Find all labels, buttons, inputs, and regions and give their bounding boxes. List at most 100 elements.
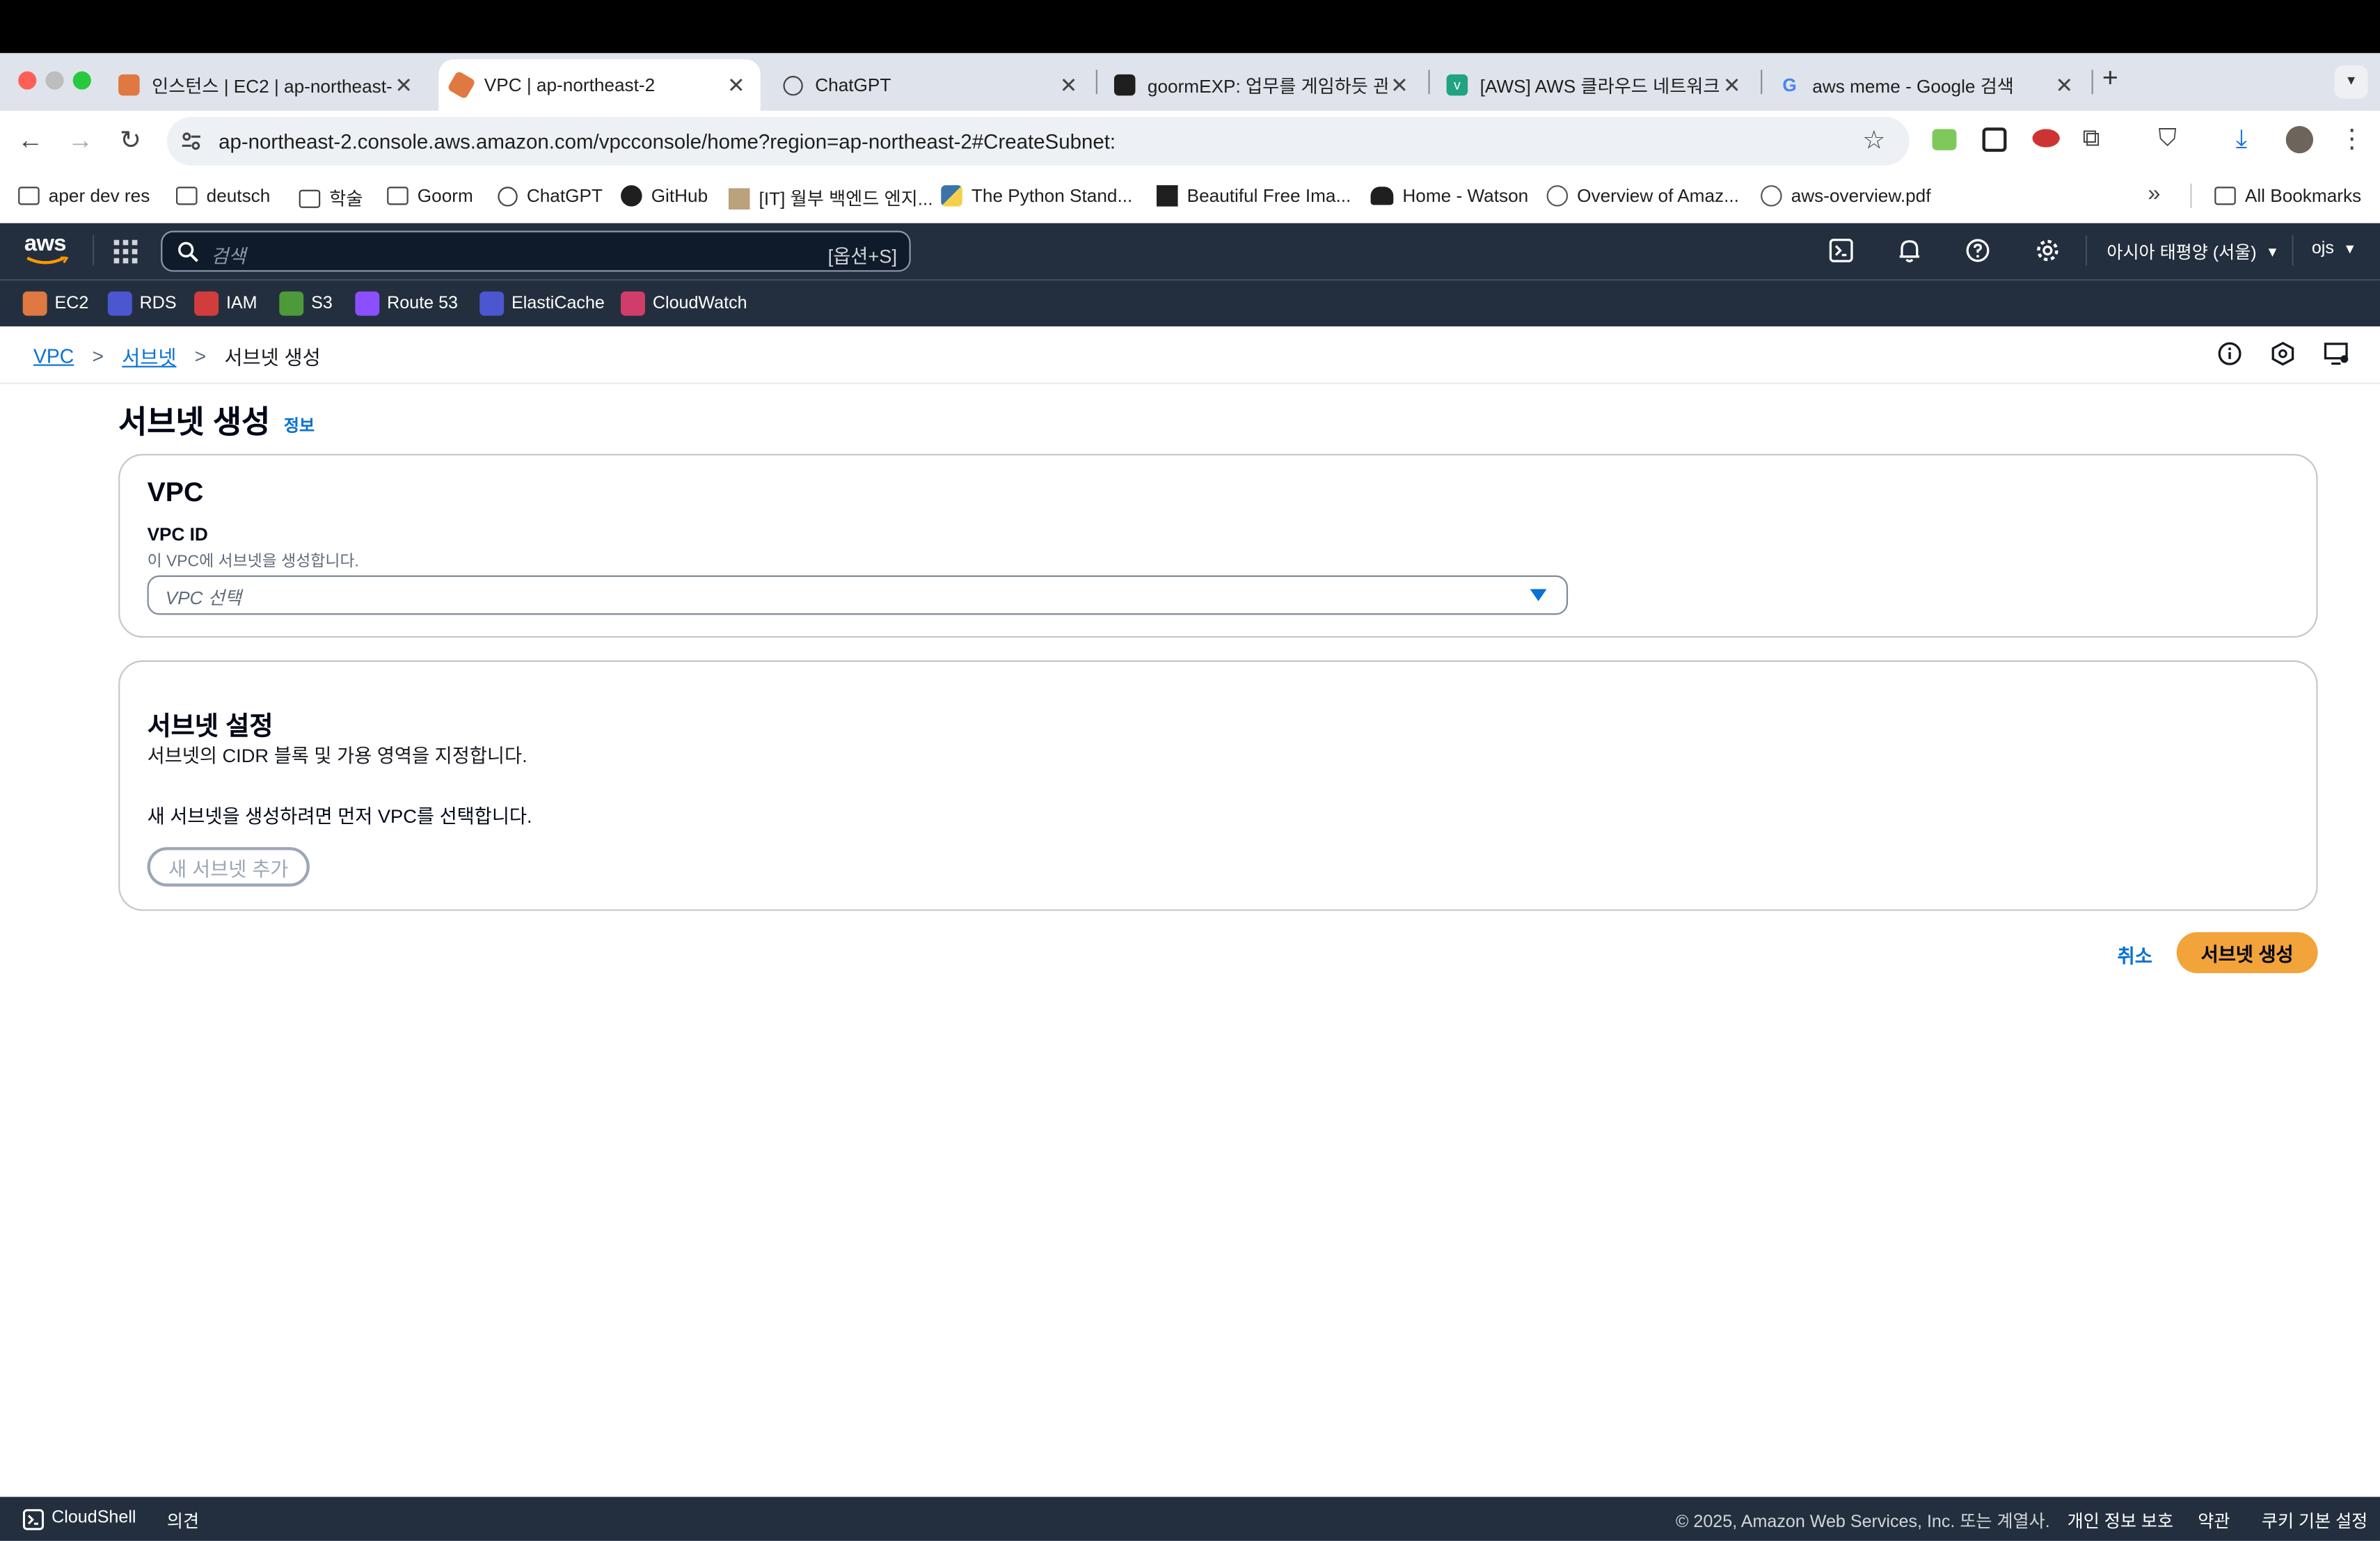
bookmark-item[interactable]: Overview of Amaz...	[1546, 185, 1739, 207]
aws-logo[interactable]: aws	[24, 232, 70, 269]
site-settings-icon[interactable]	[179, 129, 203, 153]
back-arrow-icon[interactable]: ←	[15, 126, 46, 157]
subnet-settings-description: 서브넷의 CIDR 블록 및 가용 영역을 지정합니다.	[147, 745, 527, 767]
forward-arrow-icon[interactable]: →	[65, 126, 96, 157]
page-icon	[728, 187, 750, 209]
chatgpt-favicon-icon	[783, 74, 803, 95]
extension-icon[interactable]	[1982, 127, 2007, 152]
favorite-rds[interactable]: RDS	[107, 291, 177, 316]
bookmark-item[interactable]: [IT] 월부 백엔드 엔지...	[728, 185, 933, 211]
settings-gear-icon[interactable]	[2036, 238, 2060, 262]
elasticache-icon	[479, 291, 505, 316]
favorite-route53[interactable]: Route 53	[355, 291, 458, 316]
favorite-cloudwatch[interactable]: CloudWatch	[621, 291, 747, 316]
browser-tab-vpc[interactable]: VPC | ap-northeast-2 ✕	[438, 59, 761, 111]
bookmark-item[interactable]: Home - Watson	[1370, 185, 1528, 207]
bookmark-item[interactable]: aper dev res	[18, 185, 150, 207]
favorite-iam[interactable]: IAM	[194, 291, 257, 316]
vpc-panel: VPC VPC ID 이 VPC에 서브넷을 생성합니다. VPC 선택	[118, 454, 2318, 638]
nav-divider	[2085, 235, 2088, 266]
favorite-ec2[interactable]: EC2	[22, 291, 88, 316]
cookie-preferences-link[interactable]: 쿠키 기본 설정	[2262, 1509, 2367, 1533]
tab-search-icon[interactable]: ▾	[2334, 65, 2368, 99]
info-link[interactable]: 정보	[284, 413, 315, 437]
breadcrumb-vpc[interactable]: VPC	[33, 345, 74, 368]
bookmark-item[interactable]: Goorm	[387, 185, 473, 207]
vpc-id-description: 이 VPC에 서브넷을 생성합니다.	[147, 552, 359, 571]
extension-icon[interactable]	[2032, 129, 2060, 148]
reload-icon[interactable]: ↻	[116, 126, 146, 157]
browser-tab-aws-network[interactable]: v [AWS] AWS 클라우드 네트워크 기 ✕	[1434, 59, 1756, 111]
python-icon	[941, 185, 962, 207]
cloudshell-link[interactable]: CloudShell	[51, 1509, 136, 1527]
notification-bell-icon[interactable]	[1897, 238, 1921, 262]
close-tab-icon[interactable]: ✕	[1056, 72, 1081, 98]
bookmark-item[interactable]: GitHub	[621, 185, 708, 207]
copyright-text: © 2025, Amazon Web Services, Inc. 또는 계열사…	[1675, 1513, 2050, 1532]
close-tab-icon[interactable]: ✕	[724, 72, 748, 98]
aws-search-box[interactable]: 검색 [옵션+S]	[161, 230, 911, 272]
cloudshell-icon[interactable]	[22, 1509, 45, 1531]
vpc-panel-heading: VPC	[147, 476, 204, 507]
browser-tab-google[interactable]: G aws meme - Google 검색 ✕	[1767, 59, 2088, 111]
route53-icon	[355, 291, 380, 316]
folder-icon	[2214, 187, 2236, 205]
bookmark-star-icon[interactable]: ☆	[1862, 126, 1885, 157]
bookmarks-divider	[2190, 183, 2192, 208]
address-bar[interactable]: ap-northeast-2.console.aws.amazon.com/vp…	[166, 116, 1910, 166]
cloudshell-icon[interactable]	[1829, 238, 1853, 262]
chevron-right-icon: >	[92, 345, 104, 368]
breadcrumb-current: 서브넷 생성	[224, 346, 321, 370]
vpc-id-label: VPC ID	[147, 523, 208, 546]
more-bookmarks-button[interactable]: »	[2148, 181, 2160, 207]
add-subnet-button[interactable]: 새 서브넷 추가	[147, 847, 310, 887]
region-selector[interactable]: 아시아 태평양 (서울) ▼	[2107, 240, 2279, 264]
download-icon[interactable]: ⤓	[2236, 125, 2247, 155]
feedback-link[interactable]: 의견	[167, 1509, 199, 1533]
all-bookmarks-button[interactable]: All Bookmarks	[2214, 185, 2361, 207]
vpc-favicon-icon	[447, 70, 476, 100]
info-circle-icon[interactable]	[2218, 342, 2242, 366]
bookmark-item[interactable]: 학술	[299, 185, 363, 211]
help-icon[interactable]	[1966, 238, 1990, 262]
create-subnet-button[interactable]: 서브넷 생성	[2176, 932, 2318, 974]
favorite-elasticache[interactable]: ElastiCache	[479, 291, 605, 316]
bookmark-item[interactable]: ChatGPT	[498, 185, 603, 207]
privacy-link[interactable]: 개인 정보 보호	[2068, 1509, 2173, 1533]
rds-icon	[107, 291, 132, 316]
bookmark-item[interactable]: aws-overview.pdf	[1761, 185, 1930, 207]
zoom-window-button[interactable]	[72, 71, 91, 90]
bookmark-item[interactable]: The Python Stand...	[941, 185, 1132, 207]
minimize-window-button[interactable]	[45, 71, 64, 90]
browser-tab-ec2[interactable]: 인스턴스 | EC2 | ap-northeast-2 ✕	[106, 59, 428, 111]
close-tab-icon[interactable]: ✕	[1720, 72, 1744, 98]
incognito-icon[interactable]: ⛉	[2159, 126, 2177, 153]
favorite-s3[interactable]: S3	[279, 291, 333, 316]
bookmark-item[interactable]: Beautiful Free Ima...	[1157, 185, 1351, 207]
caret-down-icon	[1530, 589, 1547, 601]
close-tab-icon[interactable]: ✕	[392, 72, 416, 98]
breadcrumb-subnets[interactable]: 서브넷	[122, 342, 176, 370]
security-shield-icon[interactable]	[2271, 342, 2295, 366]
extensions-puzzle-icon[interactable]: ⧉	[2082, 126, 2100, 153]
services-grid-icon[interactable]	[113, 239, 138, 264]
profile-avatar[interactable]	[2285, 126, 2314, 154]
velog-favicon-icon: v	[1446, 74, 1468, 96]
close-tab-icon[interactable]: ✕	[1388, 72, 1412, 98]
more-menu-icon[interactable]: ⋮	[2339, 125, 2365, 155]
github-icon	[621, 185, 642, 207]
cancel-button[interactable]: 취소	[2118, 940, 2152, 968]
terms-link[interactable]: 약관	[2198, 1509, 2230, 1533]
browser-tab-goorm[interactable]: goormEXP: 업무를 게임하듯 관리 ✕	[1102, 59, 1423, 111]
browser-tab-chatgpt[interactable]: ChatGPT ✕	[771, 59, 1093, 111]
feedback-screen-icon[interactable]	[2324, 342, 2349, 366]
os-top-bar	[0, 0, 2380, 54]
bookmark-item[interactable]: deutsch	[176, 185, 270, 207]
close-window-button[interactable]	[18, 71, 37, 90]
extension-icon[interactable]	[1932, 129, 1957, 150]
new-tab-button[interactable]: +	[2102, 62, 2118, 94]
account-menu[interactable]: ojs ▼	[2312, 240, 2357, 258]
close-tab-icon[interactable]: ✕	[2052, 72, 2077, 98]
aws-footer: CloudShell 의견 © 2025, Amazon Web Service…	[0, 1496, 2380, 1541]
vpc-select[interactable]: VPC 선택	[147, 575, 1569, 615]
